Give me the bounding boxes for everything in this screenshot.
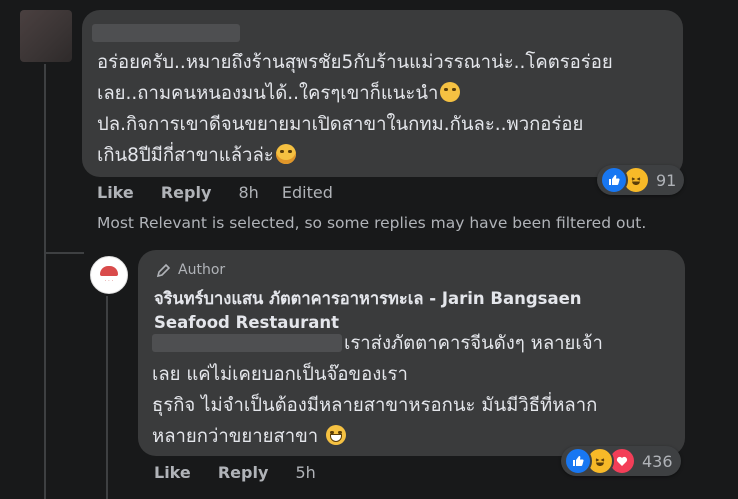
- commenter-name-redacted[interactable]: [92, 24, 240, 42]
- grin-emoji-icon: [326, 425, 347, 445]
- reply-line: หลายกว่าขยายสาขา: [152, 421, 603, 452]
- comment-line: เกิน8ปีมีกี่สาขาแล้วล่ะ: [97, 140, 613, 171]
- rofl-emoji-icon: [275, 144, 296, 164]
- reply-thread-line: [106, 296, 108, 499]
- author-badge-label: Author: [178, 262, 226, 278]
- comment-actions: Like Reply 8h Edited: [97, 183, 333, 202]
- reply-reactions[interactable]: 436: [561, 446, 681, 476]
- reply-line: ธุรกิจ ไม่จำเป็นต้องมีหลายสาขาหรอกนะ มัน…: [152, 395, 598, 416]
- commenter-avatar[interactable]: [20, 10, 72, 62]
- comment-line: อร่อยครับ..หมายถึงร้านสุพรชัย5กับร้านแม่…: [97, 52, 613, 73]
- reply-body: เราส่งภัตตาคารจีนดังๆ หลายเจ้า เลย แค่ไม…: [152, 328, 603, 452]
- timestamp[interactable]: 5h: [295, 463, 315, 482]
- like-reaction-icon: [600, 166, 628, 194]
- reaction-count[interactable]: 91: [656, 171, 676, 190]
- author-badge: Author: [156, 262, 225, 278]
- smirk-emoji-icon: [440, 82, 461, 102]
- reply-button[interactable]: Reply: [161, 183, 212, 202]
- comment-body: อร่อยครับ..หมายถึงร้านสุพรชัย5กับร้านแม่…: [97, 47, 613, 171]
- like-button[interactable]: Like: [97, 183, 134, 202]
- reaction-count[interactable]: 436: [642, 452, 673, 471]
- reply-actions: Like Reply 5h: [154, 463, 316, 482]
- reply-button[interactable]: Reply: [218, 463, 269, 482]
- thread-branch: [44, 252, 84, 254]
- pencil-icon: [156, 263, 171, 278]
- like-button[interactable]: Like: [154, 463, 191, 482]
- page-avatar[interactable]: · · ·: [90, 256, 128, 294]
- restaurant-logo-icon: [100, 266, 118, 276]
- reply-line: เราส่งภัตตาคารจีนดังๆ หลายเจ้า: [344, 333, 603, 354]
- filter-notice: Most Relevant is selected, so some repli…: [97, 214, 647, 232]
- comment-reactions[interactable]: 91: [597, 165, 685, 195]
- comment-line: ปล.กิจการเขาดีจนขยายมาเปิดสาขาในกทม.กันล…: [97, 114, 584, 135]
- comment-line: เลย..ถามคนหนองมนได้..ใครๆเขาก็แนะนำ: [97, 78, 613, 109]
- thread-line: [44, 64, 46, 499]
- reply-line: เลย แค่ไม่เคยบอกเป็นจ๊อของเรา: [152, 364, 408, 385]
- logo-lettering: · · ·: [104, 278, 114, 284]
- edited-label: Edited: [281, 183, 333, 202]
- like-reaction-icon: [564, 447, 592, 475]
- timestamp[interactable]: 8h: [238, 183, 258, 202]
